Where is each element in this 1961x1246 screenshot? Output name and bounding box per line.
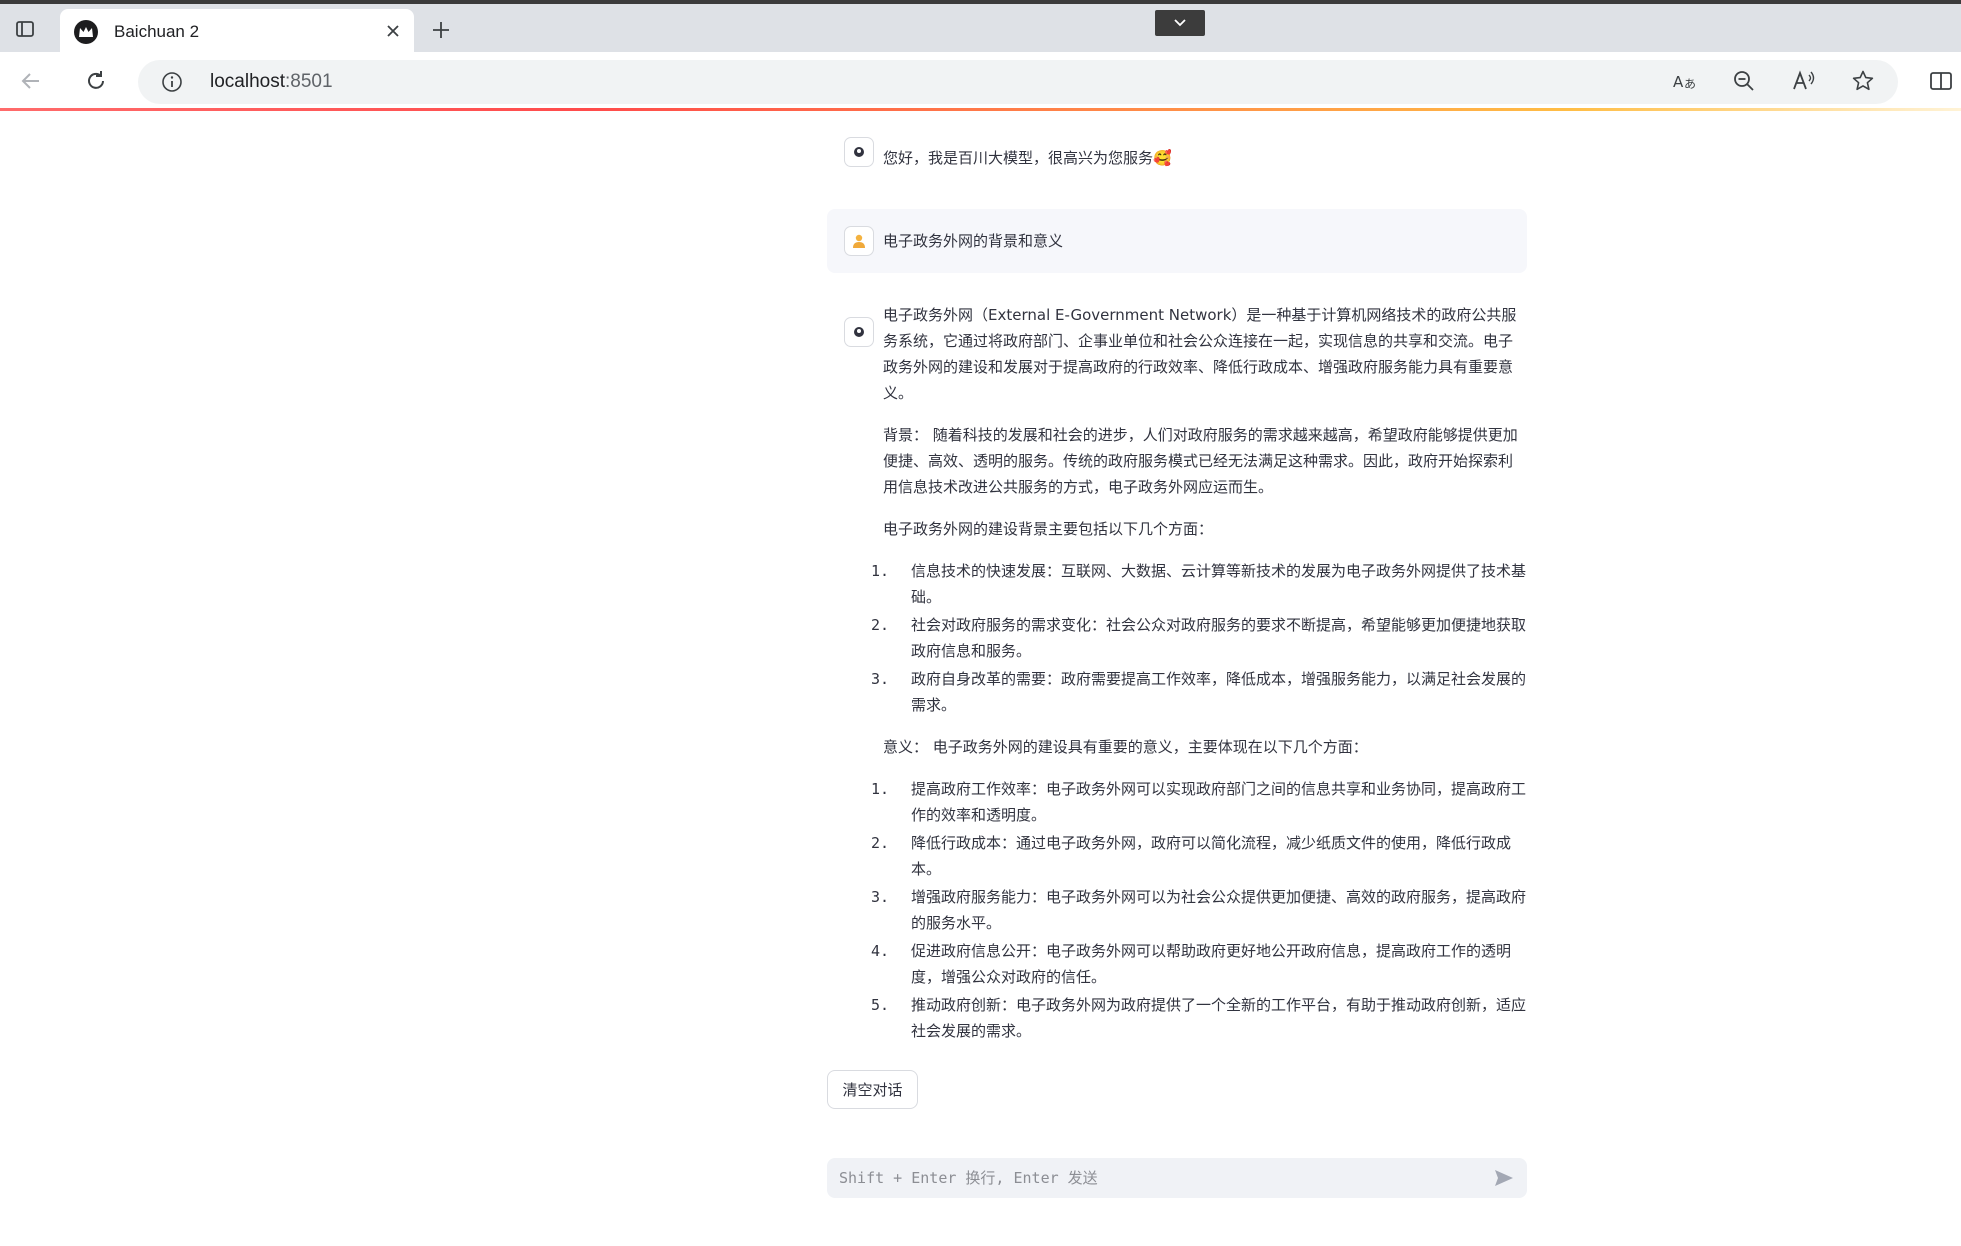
baichuan-logo-icon: [74, 20, 98, 44]
browser-tab[interactable]: Baichuan 2: [60, 9, 414, 52]
url-text: localhost:8501: [210, 71, 333, 92]
answer-significance: 意义： 电子政务外网的建设具有重要的意义，主要体现在以下几个方面：: [883, 738, 1368, 756]
zoom-out-icon[interactable]: [1728, 65, 1760, 97]
svg-text:あ: あ: [1684, 77, 1696, 91]
user-avatar-icon: [844, 226, 874, 256]
tab-title: Baichuan 2: [114, 22, 200, 41]
back-arrow-icon[interactable]: [14, 64, 48, 98]
site-info-icon[interactable]: [160, 70, 184, 94]
background-list: 1. 信息技术的快速发展：互联网、大数据、云计算等新技术的发展为电子政务外网提供了…: [871, 558, 1527, 718]
user-message: 电子政务外网的背景和意义: [827, 209, 1527, 273]
assistant-greeting-message: 您好，我是百川大模型，很高兴为您服务🥰: [827, 137, 1527, 171]
reload-icon[interactable]: [79, 64, 113, 98]
address-bar[interactable]: localhost:8501: [138, 60, 1898, 104]
list-item: 3. 政府自身改革的需要：政府需要提高工作效率，降低成本，增强服务能力，以满足社会…: [871, 670, 1527, 714]
svg-text:A: A: [1673, 73, 1684, 91]
background-list-heading: 电子政务外网的建设背景主要包括以下几个方面：: [883, 520, 1214, 538]
list-item: 2. 降低行政成本：通过电子政务外网，政府可以简化流程，减少纸质文件的使用，降低行…: [871, 834, 1512, 878]
tab-strip: Baichuan 2: [0, 4, 1961, 52]
answer-background: 背景： 随着科技的发展和社会的进步，人们对政府服务的需求越来越高，希望政府能够提…: [883, 426, 1518, 496]
answer-intro: 电子政务外网（External E-Government Network）是一种…: [883, 306, 1517, 402]
assistant-avatar-icon: [844, 317, 874, 347]
clear-chat-button[interactable]: 清空对话: [827, 1070, 918, 1109]
translate-icon[interactable]: Aあ: [1669, 65, 1701, 97]
list-item: 1. 信息技术的快速发展：互联网、大数据、云计算等新技术的发展为电子政务外网提供了…: [871, 562, 1527, 606]
list-item: 4. 促进政府信息公开：电子政务外网可以帮助政府更好地公开政府信息，提高政府工作的…: [871, 942, 1512, 986]
page-header-accent-line: [0, 108, 1961, 111]
tab-search-chevron-icon[interactable]: [1155, 10, 1205, 36]
greeting-text: 您好，我是百川大模型，很高兴为您服务🥰: [883, 149, 1172, 167]
send-icon[interactable]: [1493, 1168, 1515, 1188]
list-item: 3. 增强政府服务能力：电子政务外网可以为社会公众提供更加便捷、高效的政府服务，提…: [871, 888, 1527, 932]
browser-toolbar: localhost:8501 Aあ: [0, 52, 1961, 108]
list-item: 2. 社会对政府服务的需求变化：社会公众对政府服务的要求不断提高，希望能够更加便捷…: [871, 616, 1527, 660]
chat-input[interactable]: [827, 1158, 1467, 1198]
list-item: 1. 提高政府工作效率：电子政务外网可以实现政府部门之间的信息共享和业务协同，提高…: [871, 780, 1527, 824]
assistant-message: 电子政务外网（External E-Government Network）是一种…: [827, 302, 1527, 1060]
assistant-avatar-icon: [844, 137, 874, 167]
new-tab-icon[interactable]: [427, 16, 455, 44]
close-tab-icon[interactable]: [382, 20, 404, 42]
tab-actions-icon[interactable]: [10, 14, 40, 44]
list-item: 5. 推动政府创新：电子政务外网为政府提供了一个全新的工作平台，有助于推动政府创新…: [871, 996, 1527, 1040]
significance-list: 1. 提高政府工作效率：电子政务外网可以实现政府部门之间的信息共享和业务协同，提高…: [871, 776, 1527, 1044]
user-message-text: 电子政务外网的背景和意义: [883, 232, 1064, 250]
read-aloud-icon[interactable]: [1788, 65, 1820, 97]
split-screen-icon[interactable]: [1925, 65, 1957, 97]
assistant-message-body: 电子政务外网（External E-Government Network）是一种…: [871, 302, 1527, 1044]
chat-input-container: [827, 1158, 1527, 1198]
favorite-star-icon[interactable]: [1847, 65, 1879, 97]
